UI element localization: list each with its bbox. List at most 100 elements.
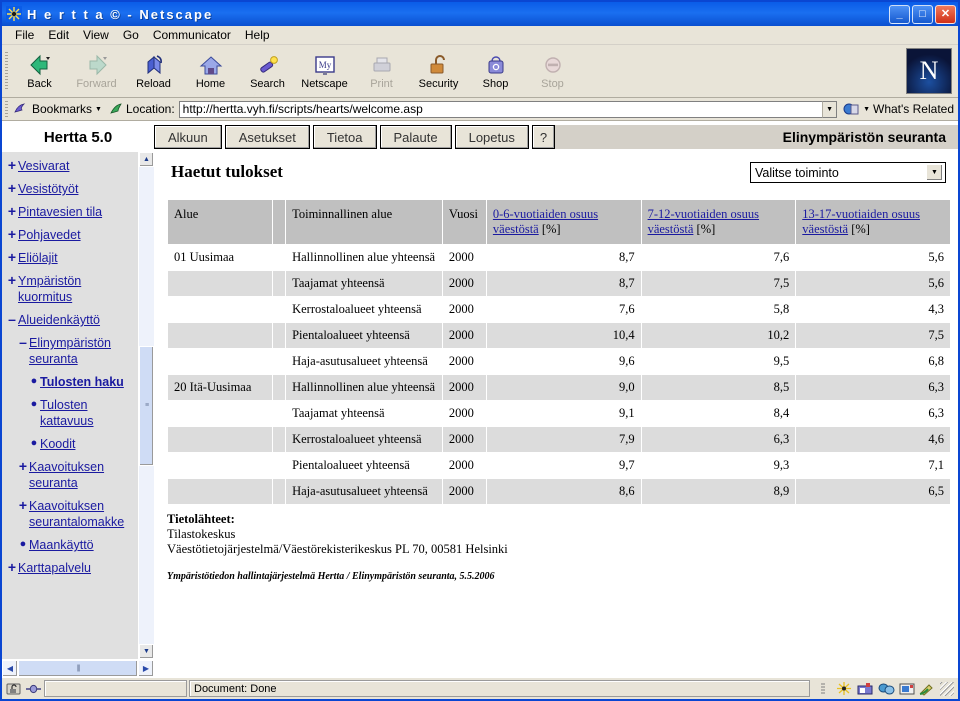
sidebar-item-label[interactable]: Karttapalvelu: [18, 560, 91, 576]
sidebar-item-kaavoituksen-seurantalomakke[interactable]: + Kaavoituksen seurantalomakke: [6, 498, 136, 530]
tab-alkuun[interactable]: Alkuun: [154, 125, 222, 149]
sidebar-item-tulosten-kattavuus[interactable]: ● Tulosten kattavuus: [6, 397, 136, 429]
sidebar-vertical-scrollbar[interactable]: ▲ ≡ ▼: [138, 152, 154, 659]
search-button[interactable]: Search: [239, 45, 296, 97]
sidebar-item-label[interactable]: Pohjavedet: [18, 227, 81, 243]
menu-item-file[interactable]: File: [8, 27, 41, 43]
resize-grip[interactable]: [940, 681, 954, 696]
tab-lopetus[interactable]: Lopetus: [454, 125, 529, 149]
sidebar-item-label[interactable]: Kaavoituksen seuranta: [29, 459, 136, 491]
stop-label: Stop: [541, 77, 564, 90]
scroll-track-lower[interactable]: [139, 465, 154, 644]
sidebar-item-label[interactable]: Pintavesien tila: [18, 204, 102, 220]
minimize-button[interactable]: _: [889, 4, 910, 24]
table-row: 01 Uusimaa Hallinnollinen alue yhteensä …: [167, 244, 951, 271]
table-row: Haja-asutusalueet yhteensä 2000 9,6 9,5 …: [167, 348, 951, 375]
back-button[interactable]: Back: [11, 45, 68, 97]
close-button[interactable]: ✕: [935, 4, 956, 24]
collapse-minus-icon: –: [8, 311, 16, 327]
sidebar-item-vesistotyot[interactable]: + Vesistötyöt: [6, 181, 136, 197]
scroll-down-arrow-icon[interactable]: ▼: [139, 644, 154, 659]
cell-spacer: [271, 400, 287, 427]
sidebar-item-ymparistonkuormitus[interactable]: + Ympäristön kuormitus: [6, 273, 136, 305]
online-status-icon[interactable]: [24, 680, 42, 697]
tab-palaute[interactable]: Palaute: [379, 125, 452, 149]
chevron-down-icon[interactable]: ▼: [926, 164, 943, 181]
security-button[interactable]: Security: [410, 45, 467, 97]
sidebar-item-label[interactable]: Tulosten haku: [40, 374, 124, 390]
component-grip[interactable]: [814, 680, 832, 697]
sidebar-item-label[interactable]: Kaavoituksen seurantalomakke: [29, 498, 136, 530]
sidebar-item-elinymparistonseuranta[interactable]: – Elinympäristön seuranta: [6, 335, 136, 367]
sidebar-item-pohjavedet[interactable]: + Pohjavedet: [6, 227, 136, 243]
menu-item-edit[interactable]: Edit: [41, 27, 76, 43]
scroll-left-arrow-icon[interactable]: ◀: [2, 660, 18, 677]
cell-age-7-12: 9,5: [640, 348, 797, 375]
sidebar-item-label[interactable]: Ympäristön kuormitus: [18, 273, 136, 305]
sidebar-item-label[interactable]: Eliölajit: [18, 250, 58, 266]
cell-toiminnallinen: Taajamat yhteensä: [285, 400, 443, 427]
page-content: Hertta 5.0 Alkuun Asetukset Tietoa Palau…: [2, 121, 958, 677]
sidebar-item-tulosten-haku[interactable]: ● Tulosten haku: [6, 374, 136, 390]
sidebar-item-label[interactable]: Maankäyttö: [29, 537, 94, 553]
sidebar-item-label[interactable]: Vesistötyöt: [18, 181, 78, 197]
bookmarks-button[interactable]: Bookmarks ▼: [11, 102, 108, 116]
menu-item-view[interactable]: View: [76, 27, 116, 43]
menu-item-communicator[interactable]: Communicator: [146, 27, 238, 43]
scroll-up-arrow-icon[interactable]: ▲: [139, 152, 154, 167]
shop-button[interactable]: Shop: [467, 45, 524, 97]
cell-vuosi: 2000: [441, 348, 487, 375]
sidebar-item-label[interactable]: Alueidenkäyttö: [18, 312, 100, 328]
tab-help[interactable]: ?: [531, 125, 556, 149]
location-grip[interactable]: [2, 101, 11, 117]
navigator-icon[interactable]: [835, 680, 853, 697]
sidebar-item-alueidenkaytto[interactable]: – Alueidenkäyttö: [6, 312, 136, 328]
composer-icon[interactable]: [898, 680, 916, 697]
security-lock-icon[interactable]: [4, 680, 22, 697]
sidebar-item-label[interactable]: Tulosten kattavuus: [40, 397, 136, 429]
tab-tietoa[interactable]: Tietoa: [312, 125, 377, 149]
sidebar-item-label[interactable]: Koodit: [40, 436, 75, 452]
mailbox-icon[interactable]: [856, 680, 874, 697]
table-row: Kerrostaloalueet yhteensä 2000 7,6 5,8 4…: [167, 296, 951, 323]
whats-related-button[interactable]: ▼ What's Related: [837, 102, 954, 117]
scroll-right-arrow-icon[interactable]: ▶: [138, 660, 154, 677]
netscape-logo[interactable]: N: [906, 48, 952, 94]
maximize-button[interactable]: □: [912, 4, 933, 24]
sidebar-item-eliolajit[interactable]: + Eliölajit: [6, 250, 136, 266]
collapse-minus-icon: –: [19, 334, 27, 350]
sidebar-item-label[interactable]: Vesivarat: [18, 158, 69, 174]
action-select[interactable]: Valitse toiminto ▼: [750, 162, 946, 183]
cell-age-0-6: 7,9: [485, 426, 642, 453]
home-button[interactable]: Home: [182, 45, 239, 97]
scroll-thumb[interactable]: ≡: [139, 345, 154, 466]
expand-plus-icon: +: [18, 497, 28, 513]
sidebar-item-maankaytto[interactable]: ● Maankäyttö: [6, 537, 136, 553]
sidebar-horizontal-scrollbar[interactable]: ◀ ||| ▶: [2, 659, 154, 677]
composer-pencil-icon[interactable]: [919, 680, 937, 697]
sidebar-item-pintavesien-tila[interactable]: + Pintavesien tila: [6, 204, 136, 220]
reload-label: Reload: [136, 77, 171, 90]
url-dropdown-chevron-down-icon[interactable]: ▼: [822, 100, 838, 118]
menu-item-help[interactable]: Help: [238, 27, 277, 43]
reload-button[interactable]: Reload: [125, 45, 182, 97]
sidebar-item-vesivarat[interactable]: + Vesivarat: [6, 158, 136, 174]
cell-spacer: [271, 296, 287, 323]
newsgroup-icon[interactable]: [877, 680, 895, 697]
sidebar-item-label[interactable]: Elinympäristön seuranta: [29, 335, 136, 367]
cell-alue: [167, 426, 273, 453]
whats-related-chevron-down-icon: ▼: [863, 105, 870, 113]
shop-label: Shop: [482, 77, 509, 90]
tab-asetukset[interactable]: Asetukset: [224, 125, 310, 149]
whats-related-label: What's Related: [873, 102, 954, 116]
menu-item-go[interactable]: Go: [116, 27, 146, 43]
toolbar-grip[interactable]: [2, 45, 11, 97]
url-input[interactable]: http://hertta.vyh.fi/scripts/hearts/welc…: [178, 100, 823, 118]
sidebar-item-kaavoituksen-seuranta[interactable]: + Kaavoituksen seuranta: [6, 459, 136, 491]
expand-plus-icon: +: [7, 226, 17, 242]
netscape-button[interactable]: My Netscape: [296, 45, 353, 97]
sidebar-item-koodit[interactable]: ● Koodit: [6, 436, 136, 452]
scroll-track-upper[interactable]: [139, 167, 154, 346]
sidebar-item-karttapalvelu[interactable]: + Karttapalvelu: [6, 560, 136, 576]
hscroll-thumb[interactable]: |||: [18, 660, 138, 677]
